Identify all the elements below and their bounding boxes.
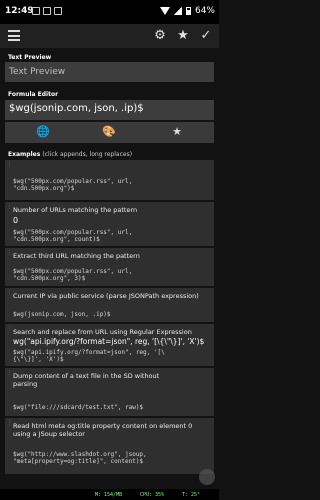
example-title: Search and replace from URL using Regula…	[13, 328, 192, 336]
notification-icon	[43, 7, 51, 15]
check-icon[interactable]: ✓	[198, 28, 214, 44]
formula-text: $wg(jsonip.com, json, .ip)$	[9, 103, 144, 114]
example-title: Number of URLs matching the pattern	[13, 206, 138, 214]
drag-handle-icon[interactable]: ⋮	[7, 371, 12, 380]
editor-action-bar: 🌐 🎨 ★	[5, 122, 214, 143]
battery-icon	[185, 7, 191, 15]
example-title: Dump content of a text file in the SD wi…	[13, 372, 160, 388]
example-card[interactable]: ⋮ Current IP via public service (parse J…	[5, 288, 214, 322]
example-code: $wg("500px.com/popular.rss", url, "cdn.5…	[13, 229, 133, 243]
example-code: $wg(jsonip.com, json, .ip)$	[13, 311, 111, 318]
example-code: $wg("file:///sdcard/test.txt", raw)$	[13, 404, 144, 411]
notification-icon	[32, 7, 40, 15]
drag-handle-icon[interactable]: ⋮	[7, 251, 12, 260]
text-preview: Text Preview	[5, 62, 214, 82]
examples-label: Examples (click appends, long replaces)	[8, 151, 132, 158]
app-toolbar: ⚙ ★ ✓	[0, 24, 219, 48]
example-card[interactable]: ⋮ $wg("500px.com/popular.rss", url, "cdn…	[5, 160, 214, 200]
star-icon[interactable]: ★	[175, 28, 191, 44]
battery-percent: 64%	[194, 6, 215, 16]
system-monitor-overlay: M: 154/MB CPU: 35% T: 25°	[0, 489, 219, 500]
example-code: $wg("500px.com/popular.rss", url, "cdn.5…	[13, 178, 133, 192]
example-card[interactable]: ⋮ Search and replace from URL using Regu…	[5, 324, 214, 366]
globe-icon[interactable]: 🌐	[36, 125, 50, 139]
notification-icon	[54, 7, 62, 15]
drag-handle-icon[interactable]: ⋮	[7, 205, 12, 214]
preview-text: Text Preview	[9, 67, 66, 77]
notification-icons	[32, 7, 62, 15]
example-card[interactable]: ⋮ Dump content of a text file in the SD …	[5, 368, 214, 416]
drag-handle-icon[interactable]: ⋮	[7, 421, 12, 430]
example-title: Read html meta og:title property content…	[13, 422, 193, 438]
temperature-readout: T: 25°	[182, 492, 201, 498]
example-title: Current IP via public service (parse JSO…	[13, 292, 199, 300]
examples-hint: (click appends, long replaces)	[42, 151, 133, 158]
menu-icon[interactable]	[8, 30, 20, 41]
examples-title: Examples	[8, 151, 41, 158]
example-card[interactable]: ⋮ Read html meta og:title property conte…	[5, 418, 214, 474]
example-card[interactable]: ⋮ Number of URLs matching the pattern 0 …	[5, 202, 214, 246]
example-title: Extract third URL matching the pattern	[13, 252, 140, 260]
status-time: 12:49	[5, 6, 34, 16]
example-card[interactable]: ⋮ Extract third URL matching the pattern…	[5, 248, 214, 286]
palette-icon[interactable]: 🎨	[102, 125, 116, 139]
formula-editor[interactable]: $wg(jsonip.com, json, .ip)$	[5, 100, 214, 120]
preview-label: Text Preview	[8, 54, 52, 61]
status-bar: 12:49 64%	[0, 0, 219, 24]
status-right: 64%	[159, 6, 215, 16]
signal-icon	[173, 7, 182, 15]
drag-handle-icon[interactable]: ⋮	[7, 291, 12, 300]
editor-label: Formula Editor	[8, 91, 59, 98]
example-result: 0	[13, 216, 19, 225]
cpu-readout: CPU: 35%	[140, 492, 165, 498]
wifi-icon	[159, 7, 170, 15]
star-icon[interactable]: ★	[170, 125, 184, 139]
memory-readout: M: 154/MB	[95, 492, 123, 498]
example-code: $wg("500px.com/popular.rss", url, "cdn.5…	[13, 268, 133, 282]
example-result: wg("api.ipify.org/?format=json", reg, '[…	[13, 337, 205, 346]
drag-handle-icon[interactable]: ⋮	[7, 163, 12, 172]
example-code: $wg("http://www.slashdot.org", jsoup, "m…	[13, 451, 147, 465]
example-code: $wg("api.ipify.org/?format=json", reg, '…	[13, 349, 165, 363]
gear-icon[interactable]: ⚙	[152, 28, 168, 44]
drag-handle-icon[interactable]: ⋮	[7, 327, 12, 336]
floating-action-button[interactable]	[199, 469, 215, 485]
